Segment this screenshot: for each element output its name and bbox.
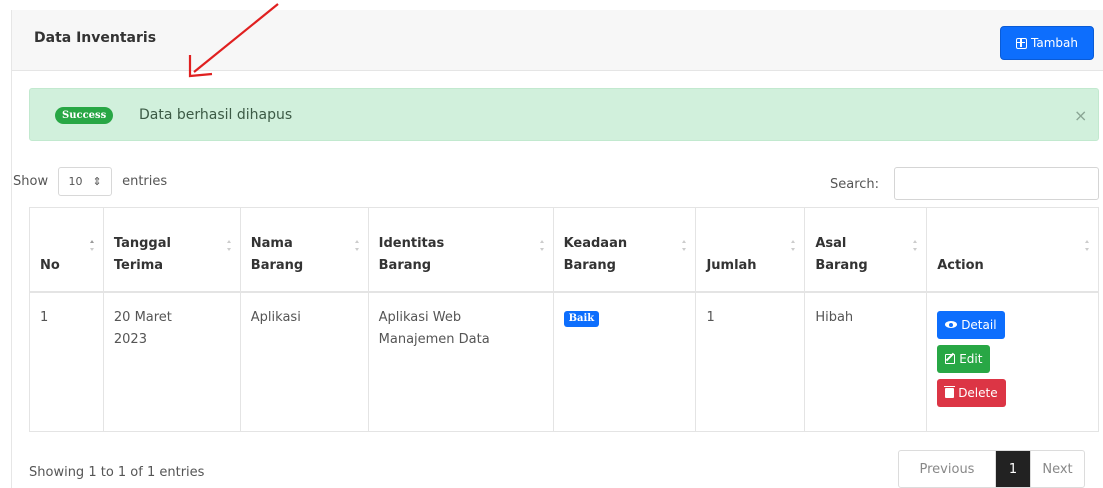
sort-icon (1084, 240, 1090, 254)
add-button[interactable]: Tambah (1000, 26, 1094, 60)
next-button[interactable]: Next (1030, 451, 1084, 487)
col-header-no[interactable]: No (29, 207, 104, 292)
add-button-label: Tambah (1031, 36, 1078, 50)
plus-square-icon (1016, 37, 1028, 49)
table-info: Showing 1 to 1 of 1 entries (29, 465, 205, 480)
previous-button[interactable]: Previous (899, 451, 996, 487)
col-header-nama[interactable]: Nama Barang (239, 207, 369, 292)
edit-label: Edit (959, 351, 983, 366)
pagination: Previous 1 Next (898, 450, 1085, 488)
delete-label: Delete (958, 385, 998, 400)
entries-select[interactable]: 10 ⇕ (58, 167, 113, 196)
page-1-button[interactable]: 1 (996, 451, 1030, 487)
col-header-action[interactable]: Action (926, 207, 1099, 292)
trash-icon (944, 385, 956, 398)
edit-icon (945, 353, 956, 364)
cell-tanggal: 20 Maret 2023 (102, 291, 241, 432)
cell-asal: Hibah (804, 291, 928, 432)
close-icon[interactable]: × (1074, 106, 1087, 125)
sort-icon (912, 240, 918, 254)
red-arrow-icon (188, 3, 279, 78)
cell-jumlah: 1 (695, 291, 806, 432)
col-header-identitas[interactable]: Identitas Barang (367, 207, 554, 292)
eye-icon (945, 321, 958, 328)
search-label: Search: (830, 177, 880, 192)
cell-action: Detail Edit Delete (926, 291, 1099, 432)
status-badge: Baik (563, 310, 600, 327)
card-header: Data Inventaris Tambah (12, 10, 1103, 71)
sort-icon (681, 240, 687, 254)
delete-button[interactable]: Delete (937, 378, 1006, 407)
table-row: 1 20 Maret 2023 Aplikasi Aplikasi Web Ma… (29, 291, 1099, 432)
sort-icon (226, 240, 232, 254)
success-alert: Success Data berhasil dihapus × (29, 88, 1099, 141)
col-header-tanggal[interactable]: Tanggal Terima (102, 207, 241, 292)
search-input[interactable] (894, 167, 1099, 200)
alert-message: Data berhasil dihapus (139, 107, 293, 123)
table-header-row: No Tanggal Terima Nama Barang Identitas … (29, 207, 1099, 292)
updown-icon: ⇕ (92, 175, 102, 188)
page-title: Data Inventaris (34, 30, 157, 46)
entries-select-value: 10 (68, 175, 83, 188)
success-badge: Success (55, 107, 114, 124)
edit-button[interactable]: Edit (937, 344, 991, 373)
col-header-asal[interactable]: Asal Barang (804, 207, 928, 292)
sort-icon (790, 240, 796, 254)
length-suffix: entries (122, 174, 168, 189)
cell-no: 1 (29, 291, 104, 432)
detail-label: Detail (961, 317, 997, 332)
sort-icon (539, 240, 545, 254)
length-control: Show 10 ⇕ entries (13, 167, 167, 196)
length-prefix: Show (13, 174, 49, 189)
sort-icon (354, 240, 360, 254)
col-header-jumlah[interactable]: Jumlah (695, 207, 806, 292)
cell-keadaan: Baik (552, 291, 697, 432)
cell-identitas: Aplikasi Web Manajemen Data (367, 291, 554, 432)
col-header-keadaan[interactable]: Keadaan Barang (552, 207, 697, 292)
sort-icon (89, 240, 95, 254)
inventory-table: No Tanggal Terima Nama Barang Identitas … (29, 207, 1099, 432)
cell-nama: Aplikasi (239, 291, 369, 432)
detail-button[interactable]: Detail (937, 310, 1005, 339)
inventory-card: Data Inventaris Tambah Success Data berh… (11, 10, 1103, 488)
